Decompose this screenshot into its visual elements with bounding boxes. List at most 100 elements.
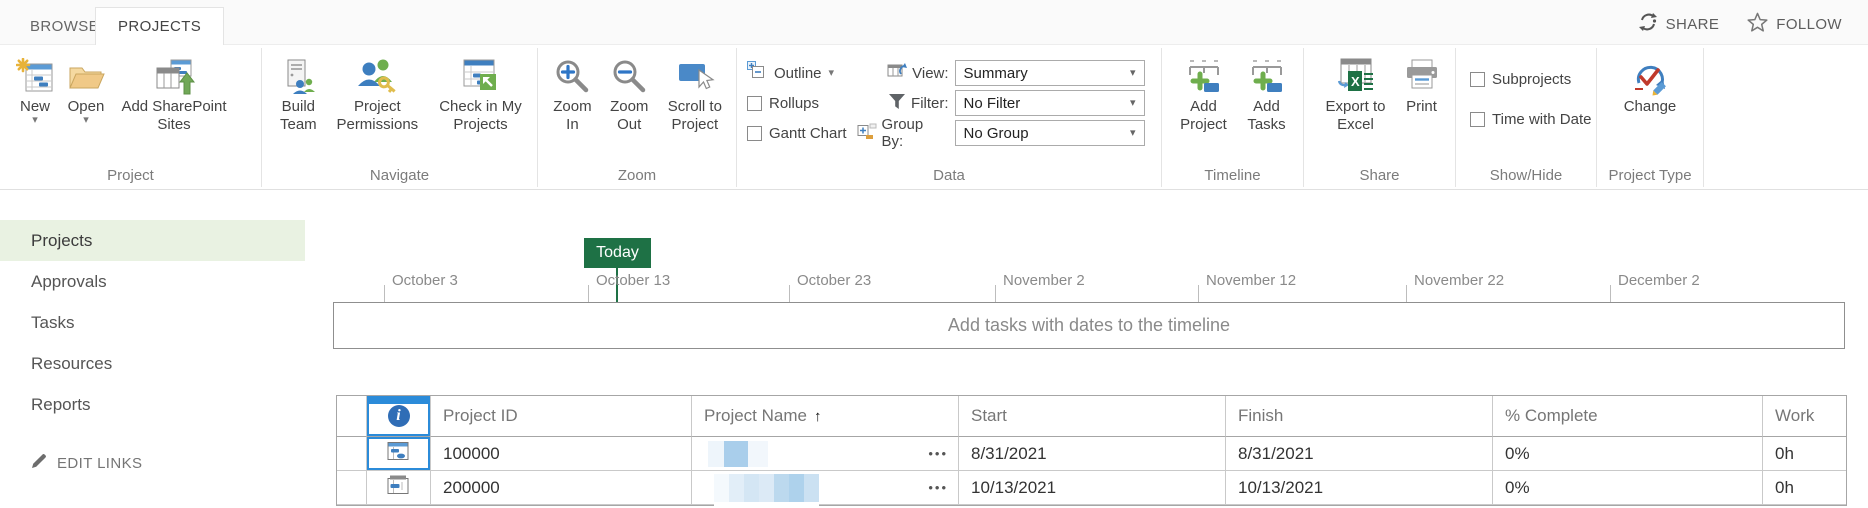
header-project-name[interactable]: Project Name ↑ [692, 396, 959, 437]
timeline-date-label: November 22 [1414, 272, 1504, 289]
cell-project-name[interactable]: ••• [692, 437, 959, 471]
build-team-button[interactable]: Build Team [270, 54, 327, 136]
build-team-icon [280, 56, 316, 98]
outline-menu-button[interactable]: Outline ▾ [747, 58, 847, 88]
sidebar-item-reports[interactable]: Reports [0, 384, 305, 425]
open-folder-icon [66, 56, 106, 98]
edit-links-label: EDIT LINKS [57, 455, 142, 472]
group-by-select[interactable]: No Group ▾ [955, 120, 1145, 146]
subprojects-checkbox[interactable] [1470, 72, 1485, 87]
project-permissions-button[interactable]: Project Permissions [327, 54, 428, 136]
ribbon-group-zoom: Zoom In Zoom Out [538, 48, 737, 187]
export-to-excel-label: Export to Excel [1320, 98, 1392, 134]
outline-icon [747, 61, 767, 85]
table-row: 100000 ••• 8/31/2021 8/31/2021 0% 0h [337, 437, 1846, 471]
tab-projects[interactable]: PROJECTS [95, 7, 224, 46]
export-to-excel-button[interactable]: X Export to Excel [1314, 54, 1398, 136]
zoom-out-label: Zoom Out [607, 98, 652, 134]
suite-actions: SHARE FOLLOW [1638, 12, 1842, 36]
time-with-date-checkbox-row[interactable]: Time with Date [1470, 104, 1596, 134]
rollups-checkbox-row[interactable]: Rollups [747, 88, 847, 118]
header-percent-complete[interactable]: % Complete [1493, 396, 1763, 437]
filter-select-value: No Filter [964, 95, 1021, 112]
open-dropdown-caret-icon[interactable]: ▾ [83, 116, 89, 124]
open-button[interactable]: Open ▾ [60, 54, 112, 136]
share-label: SHARE [1666, 16, 1720, 33]
timeline-date-label: October 23 [797, 272, 871, 289]
cell-project-id[interactable]: 100000 [431, 437, 692, 471]
subprojects-checkbox-row[interactable]: Subprojects [1470, 64, 1596, 94]
outline-caret-icon[interactable]: ▾ [829, 69, 835, 77]
view-select-caret-icon: ▾ [1130, 69, 1136, 77]
add-sharepoint-sites-icon [153, 56, 195, 98]
cell-percent-complete[interactable]: 0% [1493, 437, 1763, 471]
cell-project-id[interactable]: 200000 [431, 471, 692, 505]
timeline-placeholder-text: Add tasks with dates to the timeline [948, 315, 1230, 336]
sidebar-item-projects[interactable]: Projects [0, 220, 305, 261]
gantt-chart-checkbox-row[interactable]: Gantt Chart [747, 118, 847, 148]
group-label-navigate: Navigate [262, 167, 537, 184]
share-button[interactable]: SHARE [1638, 12, 1720, 36]
timeline-tick [588, 285, 589, 303]
zoom-in-button[interactable]: Zoom In [544, 54, 601, 136]
project-permissions-label: Project Permissions [333, 98, 422, 134]
row-selector-cell[interactable] [337, 437, 367, 471]
header-finish[interactable]: Finish [1226, 396, 1493, 437]
row-selector-cell[interactable] [337, 471, 367, 505]
subprojects-label: Subprojects [1492, 71, 1571, 88]
row-ellipsis-menu[interactable]: ••• [928, 480, 948, 495]
rollups-label: Rollups [769, 95, 819, 112]
cell-project-name[interactable]: ••• [692, 471, 959, 505]
edit-links-button[interactable]: EDIT LINKS [31, 453, 142, 473]
cell-percent-complete[interactable]: 0% [1493, 471, 1763, 505]
cell-finish[interactable]: 8/31/2021 [1226, 437, 1493, 471]
timeline-date-label: November 2 [1003, 272, 1085, 289]
check-in-my-projects-button[interactable]: Check in My Projects [428, 54, 533, 136]
cell-work[interactable]: 0h [1763, 437, 1846, 471]
timeline-date-label: December 2 [1618, 272, 1700, 289]
group-label-share: Share [1304, 167, 1455, 184]
info-icon: i [388, 405, 410, 427]
sidebar-item-tasks[interactable]: Tasks [0, 302, 305, 343]
header-project-id[interactable]: Project ID [431, 396, 692, 437]
rollups-checkbox[interactable] [747, 96, 762, 111]
sort-ascending-icon: ↑ [814, 408, 822, 425]
ribbon-group-show-hide: Subprojects Time with Date Show/Hide [1456, 48, 1597, 187]
info-column-header[interactable]: i [367, 396, 431, 437]
filter-select[interactable]: No Filter ▾ [955, 90, 1145, 116]
gantt-chart-checkbox[interactable] [747, 126, 762, 141]
follow-button[interactable]: FOLLOW [1747, 12, 1842, 36]
cell-work[interactable]: 0h [1763, 471, 1846, 505]
sidebar-item-approvals[interactable]: Approvals [0, 261, 305, 302]
cell-start[interactable]: 10/13/2021 [959, 471, 1226, 505]
project-indicator-cell[interactable] [367, 471, 431, 505]
scroll-to-project-button[interactable]: Scroll to Project [658, 54, 732, 136]
follow-label: FOLLOW [1776, 16, 1842, 33]
header-work[interactable]: Work [1763, 396, 1846, 437]
time-with-date-checkbox[interactable] [1470, 112, 1485, 127]
cell-finish[interactable]: 10/13/2021 [1226, 471, 1493, 505]
row-ellipsis-menu[interactable]: ••• [928, 446, 948, 461]
ribbon-tab-row: BROWSE PROJECTS SHARE FOLLOW [0, 0, 1868, 45]
new-dropdown-caret-icon[interactable]: ▾ [32, 116, 38, 124]
print-button[interactable]: Print [1398, 54, 1446, 136]
add-sharepoint-sites-button[interactable]: Add SharePoint Sites [112, 54, 236, 136]
new-button[interactable]: New ▾ [10, 54, 60, 136]
zoom-out-button[interactable]: Zoom Out [601, 54, 658, 136]
change-button[interactable]: Change [1618, 54, 1683, 118]
timeline-tick [1198, 285, 1199, 303]
export-to-excel-icon: X [1335, 56, 1377, 98]
cell-start[interactable]: 8/31/2021 [959, 437, 1226, 471]
add-tasks-button[interactable]: Add Tasks [1238, 54, 1296, 136]
view-select[interactable]: Summary ▾ [955, 60, 1145, 86]
timeline-date-label: October 3 [392, 272, 458, 289]
sidebar-item-resources[interactable]: Resources [0, 343, 305, 384]
scroll-to-project-icon [675, 56, 715, 98]
svg-text:X: X [1351, 74, 1360, 89]
timeline-tick [1406, 285, 1407, 303]
timeline-empty-band: Add tasks with dates to the timeline [333, 302, 1845, 349]
header-start[interactable]: Start [959, 396, 1226, 437]
ribbon-group-navigate: Build Team Proj [262, 48, 538, 187]
add-project-button[interactable]: Add Project [1170, 54, 1238, 136]
project-indicator-cell[interactable] [367, 437, 431, 471]
